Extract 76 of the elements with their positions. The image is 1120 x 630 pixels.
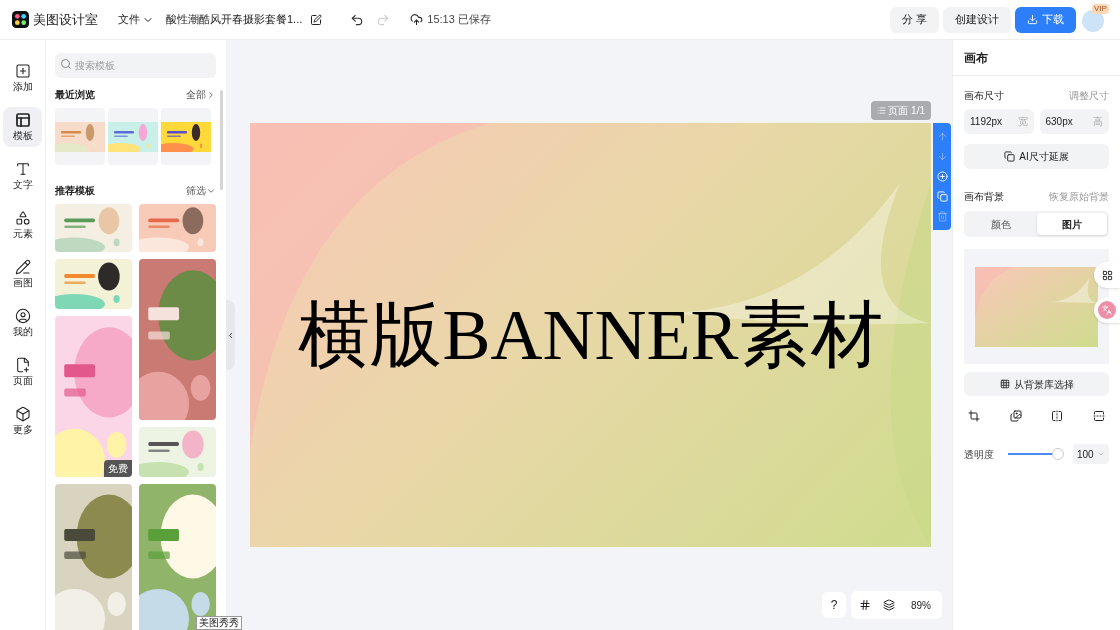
cloud-icon — [410, 13, 424, 26]
download-icon — [1027, 14, 1038, 25]
toolbar-button[interactable]: 创建设计 — [943, 6, 1011, 33]
rail-tab[interactable]: 文字 — [3, 156, 42, 196]
field-label: 透明度 — [964, 447, 994, 462]
image-icon[interactable] — [1009, 410, 1022, 422]
size-unit: 宽 — [1017, 115, 1028, 129]
user-icon — [14, 308, 31, 324]
background-library-button[interactable]: 从背景库选择 — [964, 372, 1109, 396]
app-name: 美图设计室 — [33, 10, 98, 29]
shapes-icon — [14, 210, 31, 226]
rail-tab[interactable]: 添加 — [3, 58, 42, 98]
edit-icon[interactable] — [310, 13, 323, 26]
plus-square-icon — [14, 63, 31, 79]
recent-template[interactable] — [161, 108, 211, 165]
field-label: 画布背景 — [964, 190, 1004, 204]
size-value: 630px — [1045, 115, 1073, 129]
help-button[interactable]: ? — [822, 592, 846, 618]
translate-button[interactable] — [1094, 297, 1120, 323]
chevron-left-icon — [226, 330, 235, 340]
save-status: 15:13 已保存 — [427, 12, 491, 28]
rail-tab[interactable]: 模板 — [3, 107, 42, 147]
text-icon — [14, 161, 31, 177]
free-badge: 免费 — [104, 460, 132, 477]
cube-icon — [14, 406, 31, 422]
pencil-icon — [14, 259, 31, 275]
flip-vertical-icon[interactable] — [1092, 410, 1105, 422]
layout-icon — [14, 112, 31, 128]
size-field[interactable]: 1192px 宽 — [964, 109, 1034, 134]
page-plus-icon — [14, 357, 31, 373]
panel-title: 画布 — [953, 40, 1120, 76]
size-value: 1192px — [970, 115, 1003, 129]
see-all-link[interactable]: 全部 — [186, 87, 216, 102]
section-title: 推荐模板 — [55, 184, 95, 198]
layers-icon[interactable] — [883, 599, 895, 611]
rail-tab[interactable]: 更多 — [3, 401, 42, 441]
plus-circle-icon[interactable] — [936, 171, 948, 182]
opacity-field[interactable]: 100 — [1073, 444, 1109, 464]
toolbar-button[interactable]: 分 享 — [889, 6, 939, 33]
translate-icon — [1098, 301, 1116, 319]
grid-icon — [999, 379, 1010, 389]
document-title: 酸性潮酷风开春摄影套餐1... — [166, 12, 303, 28]
rail-tab[interactable]: 页面 — [3, 352, 42, 392]
segment-tab[interactable]: 图片 — [1036, 213, 1107, 235]
chevron-down-icon — [1097, 450, 1105, 458]
size-field[interactable]: 630px 高 — [1039, 109, 1109, 134]
collapse-handle[interactable] — [226, 300, 235, 370]
chevron-right-icon — [206, 89, 216, 100]
undo-icon[interactable] — [350, 12, 365, 27]
section-title: 最近浏览 — [55, 88, 95, 102]
file-menu[interactable]: 文件 — [118, 11, 154, 28]
filter-button[interactable]: 筛选 — [186, 183, 216, 198]
banner-canvas[interactable]: 横版BANNER素材 — [250, 123, 931, 547]
flip-horizontal-icon[interactable] — [1051, 410, 1064, 422]
crop-icon[interactable] — [968, 410, 980, 422]
vip-badge: VIP — [1092, 3, 1109, 14]
app-logo-icon — [12, 11, 29, 28]
copy-icon — [1004, 151, 1016, 162]
list-icon — [877, 106, 887, 115]
grid-plus-icon — [1101, 269, 1113, 281]
download-button[interactable]: 下载 — [1015, 6, 1076, 33]
rail-tab[interactable]: 画图 — [3, 254, 42, 294]
tooltip: 美图秀秀 — [196, 616, 242, 630]
add-widget-button[interactable] — [1094, 262, 1120, 288]
banner-headline: 横版BANNER素材 — [298, 294, 883, 377]
rail-tab[interactable]: 元素 — [3, 205, 42, 245]
grid-icon[interactable] — [859, 599, 871, 611]
rail-tab[interactable]: 我的 — [3, 303, 42, 343]
search-icon — [60, 58, 72, 70]
zoom-level[interactable]: 89% — [911, 597, 931, 613]
ai-resize-button[interactable]: AI尺寸延展 — [964, 144, 1109, 169]
copy-icon[interactable] — [936, 190, 948, 202]
search-field[interactable]: 搜索模板 — [55, 53, 216, 78]
size-unit: 高 — [1093, 115, 1103, 129]
field-label: 画布尺寸 — [964, 89, 1004, 103]
segment-tab[interactable]: 颜色 — [966, 213, 1037, 235]
